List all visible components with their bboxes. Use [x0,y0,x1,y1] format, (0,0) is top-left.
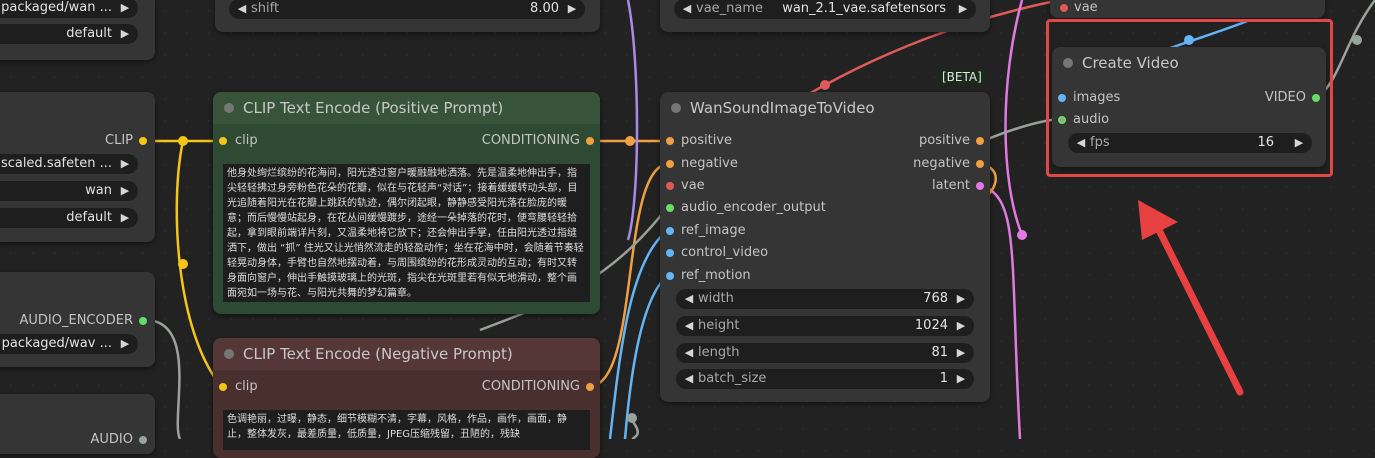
batch-size-widget[interactable]: ◀ batch_size 1 ▶ [676,369,974,389]
clip-input-slot[interactable]: clip [219,379,258,394]
wan-sound-image-to-video-node[interactable]: WanSoundImageToVideo positive negative v… [660,92,990,402]
reroute-dot [178,259,188,269]
positive-prompt-title[interactable]: CLIP Text Encode (Positive Prompt) [213,92,600,124]
height-widget[interactable]: ◀ height 1024 ▶ [676,316,974,336]
arrow-left-icon[interactable]: ◀ [682,343,696,363]
positive-input-slot[interactable]: positive [666,133,732,148]
reroute-dot [1352,35,1362,45]
shift-widget[interactable]: ◀ shift 8.00 ▶ [229,0,585,19]
ref-image-input-slot[interactable]: ref_image [666,223,746,238]
positive-input-dot[interactable] [666,137,674,145]
clip-loader-node[interactable]: CLIP scaled.safeten ... ▶ wan ▶ default … [0,92,155,242]
left-top-node[interactable]: packaged/wan ... ▶ default ▶ [0,0,155,60]
green-wire [629,417,639,439]
highlight-box [1046,19,1333,177]
negative-input-dot[interactable] [666,160,674,168]
audio-output-dot[interactable] [139,436,147,444]
conditioning-output-slot[interactable]: CONDITIONING [482,379,594,394]
ref-motion-input-dot[interactable] [666,272,674,280]
clip-input-slot[interactable]: clip [219,133,258,148]
width-widget[interactable]: ◀ width 768 ▶ [676,289,974,309]
reroute-dot [1017,230,1027,240]
negative-input-slot[interactable]: negative [666,156,738,171]
arrow-right-icon[interactable]: ▶ [954,369,968,389]
weight-dtype-widget[interactable]: default ▶ [0,24,138,44]
arrow-right-icon[interactable]: ▶ [118,24,132,44]
negative-prompt-title[interactable]: CLIP Text Encode (Negative Prompt) [213,338,600,370]
model-name-widget[interactable]: packaged/wan ... ▶ [0,0,138,18]
vae-input-slot[interactable]: vae [666,178,705,193]
arrow-right-icon[interactable]: ▶ [954,316,968,336]
audio-encoder-output-input-dot[interactable] [666,204,674,212]
vae-loader-node[interactable]: ◀ vae_name wan_2.1_vae.safetensors ▶ [660,0,990,32]
load-audio-node[interactable]: AUDIO [0,394,155,454]
clip-output-dot[interactable] [139,137,147,145]
arrow-right-icon[interactable]: ▶ [954,289,968,309]
vae-name-widget[interactable]: ◀ vae_name wan_2.1_vae.safetensors ▶ [674,0,976,19]
positive-output-dot[interactable] [976,137,984,145]
conditioning-output-dot[interactable] [586,383,594,391]
purple-wire [626,0,639,241]
conditioning-output-slot[interactable]: CONDITIONING [482,133,594,148]
negative-prompt-node[interactable]: CLIP Text Encode (Negative Prompt) clip … [213,338,600,458]
node-collapse-dot-icon[interactable] [671,103,681,113]
clip-input-dot[interactable] [219,383,227,391]
positive-prompt-node[interactable]: CLIP Text Encode (Positive Prompt) clip … [213,92,600,314]
clip-device-widget[interactable]: default ▶ [0,208,138,228]
vae-input-slot[interactable]: vae [1060,0,1098,15]
latent-output-slot[interactable]: latent [932,178,984,193]
ref-motion-input-slot[interactable]: ref_motion [666,268,751,283]
negative-output-slot[interactable]: negative [913,156,984,171]
reroute-dot [178,136,188,146]
arrow-right-icon[interactable]: ▶ [954,343,968,363]
vae-decode-node[interactable]: vae [1050,0,1325,18]
model-sampling-node[interactable]: ◀ shift 8.00 ▶ [215,0,600,32]
arrow-right-icon[interactable]: ▶ [118,208,132,228]
conditioning-wire [589,162,668,388]
arrow-left-icon[interactable]: ◀ [682,289,696,309]
arrow-right-icon[interactable]: ▶ [956,0,970,19]
conditioning-output-dot[interactable] [586,137,594,145]
arrow-left-icon[interactable]: ◀ [680,0,694,19]
arrow-left-icon[interactable]: ◀ [682,369,696,389]
reroute-dot [820,80,830,90]
audio-output-slot[interactable]: AUDIO [91,432,147,447]
arrow-right-icon[interactable]: ▶ [118,334,132,354]
positive-prompt-textarea[interactable]: 他身处绚烂缤纷的花海间，阳光透过窗户暖融融地洒落。先是温柔地伸出手，指尖轻轻拂过… [223,164,590,302]
clip-type-widget[interactable]: wan ▶ [0,181,138,201]
beta-badge: [BETA] [937,69,987,85]
arrow-left-icon[interactable]: ◀ [235,0,249,19]
control-video-input-dot[interactable] [666,249,674,257]
audio-encoder-loader-node[interactable]: AUDIO_ENCODER packaged/wav ... ▶ [0,272,155,367]
vae-input-dot[interactable] [666,182,674,190]
arrow-right-icon[interactable]: ▶ [118,181,132,201]
positive-output-slot[interactable]: positive [919,133,984,148]
clip-output-slot[interactable]: CLIP [105,133,147,148]
latent-wire [1004,0,1024,236]
arrow-right-icon[interactable]: ▶ [118,154,132,174]
image-wire [608,230,668,439]
clip-name-widget[interactable]: scaled.safeten ... ▶ [0,154,138,174]
arrow-left-icon[interactable]: ◀ [682,316,696,336]
clip-input-dot[interactable] [219,137,227,145]
node-collapse-dot-icon[interactable] [224,349,234,359]
negative-output-dot[interactable] [976,160,984,168]
arrow-right-icon[interactable]: ▶ [118,0,132,18]
wan-sound-title[interactable]: WanSoundImageToVideo [660,92,990,124]
audio-encoder-output-input-slot[interactable]: audio_encoder_output [666,200,826,215]
node-collapse-dot-icon[interactable] [224,103,234,113]
vae-input-dot[interactable] [1060,4,1068,12]
reroute-dot [627,413,637,423]
latent-output-dot[interactable] [976,182,984,190]
audio-encoder-name-widget[interactable]: packaged/wav ... ▶ [0,334,138,354]
reroute-dot [625,136,635,146]
negative-prompt-textarea[interactable]: 色调艳丽，过曝，静态，细节模糊不清，字幕，风格，作品，画作，画面，静止，整体发灰… [223,410,590,450]
audio-encoder-output-dot[interactable] [139,317,147,325]
control-video-input-slot[interactable]: control_video [666,245,768,260]
length-widget[interactable]: ◀ length 81 ▶ [676,343,974,363]
arrow-right-icon[interactable]: ▶ [565,0,579,19]
audio-encoder-output-slot[interactable]: AUDIO_ENCODER [20,313,147,328]
ref-image-input-dot[interactable] [666,227,674,235]
